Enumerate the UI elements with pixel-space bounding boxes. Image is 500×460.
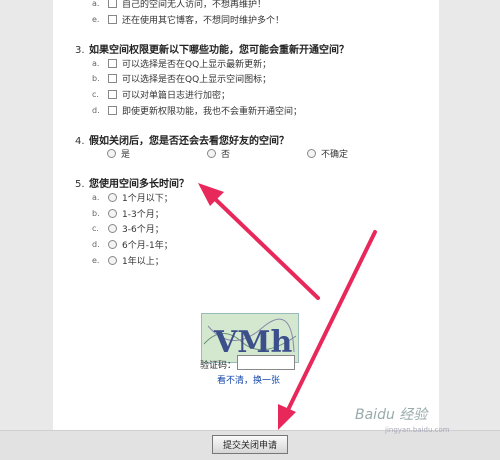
- arrow-to-submit: [278, 230, 377, 430]
- arrow-to-q5: [198, 183, 320, 300]
- annotation-arrows: [198, 183, 377, 430]
